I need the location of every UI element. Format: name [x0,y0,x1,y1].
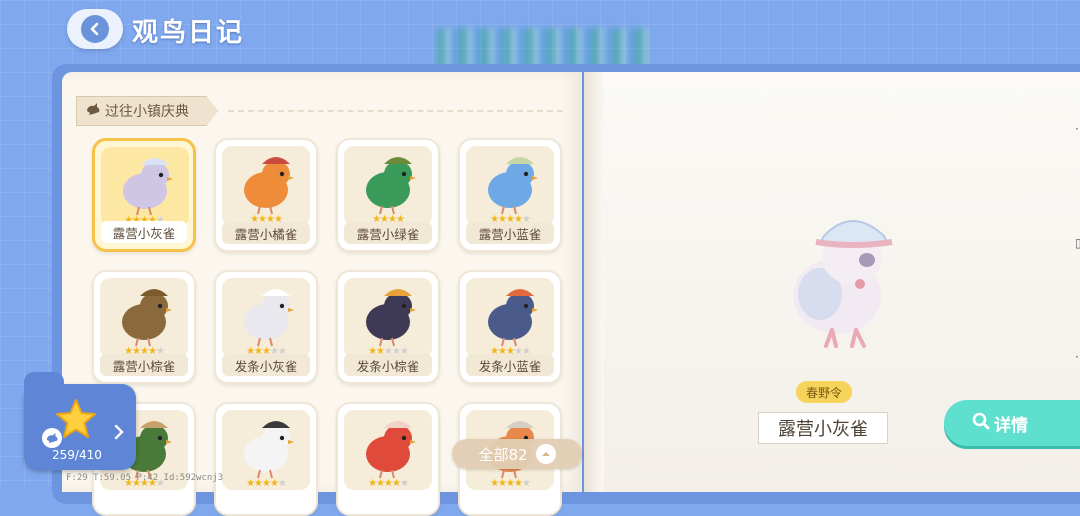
star-icon: ★ [490,478,499,489]
back-button[interactable] [67,9,123,49]
section-divider [228,110,563,112]
star-icon: ★ [368,478,377,489]
star-icon: ★ [262,478,271,489]
bird-name: 露营小蓝雀 [466,222,554,244]
selected-bird-name: 露营小灰雀 [758,412,888,444]
bird-card[interactable]: ★★★★★ 露营小棕雀 [92,270,196,384]
star-icon: ★ [498,478,507,489]
star-rating: ★★★★★ [460,478,560,489]
bird-card[interactable]: ★★★★ 露营小橘雀 [214,138,318,252]
page-title: 观鸟日记 [132,18,245,48]
bird-name: 发条小灰雀 [222,354,310,376]
details-label: 详情 [994,415,1028,436]
progress-card-tab [24,372,64,394]
filter-toggle[interactable]: 全部82 [452,439,582,469]
star-icon: ★ [269,478,279,489]
bird-icon [85,102,101,120]
bird-card[interactable]: ★★★★★ [336,402,440,516]
star-icon: ★ [277,478,287,489]
star-icon: ★ [254,478,263,489]
star-rating: ★★★★★ [338,478,438,489]
bird-name: 发条小蓝雀 [466,354,554,376]
star-icon: ★ [521,478,531,489]
bird-preview-illustration [772,196,902,356]
star-icon: ★ [506,478,515,489]
star-icon: ★ [513,478,523,489]
bird-card[interactable]: ★★★★ 露营小绿雀 [336,138,440,252]
season-tag: 春野令 [796,381,852,403]
bird-name: 露营小橘雀 [222,222,310,244]
bird-card[interactable]: ★★★★★ 露营小蓝雀 [458,138,562,252]
progress-count: 259/410 [52,448,102,462]
star-icon: ★ [391,478,401,489]
bird-name: 露营小绿雀 [344,222,432,244]
bird-card[interactable]: ★★★★★ 发条小灰雀 [214,270,318,384]
bird-name: 发条小棕雀 [344,354,432,376]
edge-mark: ▯ [1075,236,1080,250]
chevron-right-icon[interactable] [113,424,125,444]
star-icon: ★ [376,478,385,489]
bird-card[interactable]: ★★★★★ [214,402,318,516]
edge-mark: · [1075,122,1079,136]
bird-name: 露营小棕雀 [100,354,188,376]
bird-card[interactable]: ★★★★★ 发条小蓝雀 [458,270,562,384]
bird-badge-icon [42,428,62,448]
search-icon [972,412,990,435]
debug-info: F:29 T:59.05 P:42 Id:592wcnj3 [66,473,224,483]
details-button[interactable]: 详情 [944,400,1080,446]
bird-card[interactable]: ★★★★★露营小灰雀 [92,138,196,252]
section-tab[interactable]: 过往小镇庆典 [76,96,218,126]
section-label: 过往小镇庆典 [105,104,189,120]
edge-mark: · [1075,350,1079,364]
star-icon: ★ [399,478,409,489]
star-rating: ★★★★★ [216,478,316,489]
book-spine [584,72,606,492]
star-icon: ★ [384,478,393,489]
filter-label: 全部82 [478,445,528,464]
bird-card[interactable]: ★★★★★ 发条小棕雀 [336,270,440,384]
star-icon: ★ [246,478,255,489]
bird-name: 露营小灰雀 [101,221,187,243]
back-arrow-icon [81,15,109,43]
chevron-up-icon [535,444,556,464]
